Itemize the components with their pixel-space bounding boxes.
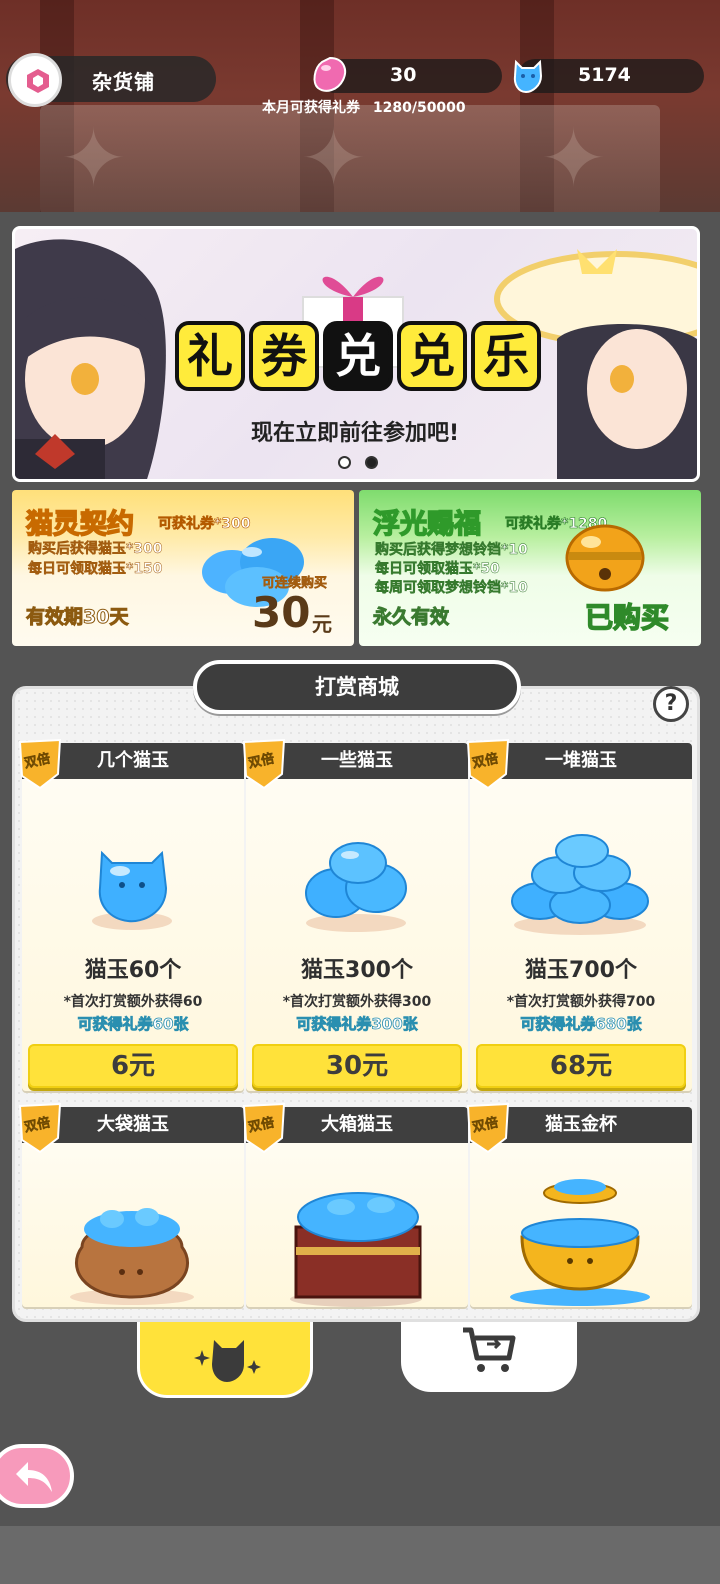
carousel-dot-active[interactable]: [365, 456, 378, 469]
item-amount: 猫玉60个: [84, 958, 182, 983]
cat-gem-few-icon: [305, 842, 407, 932]
promo-price: 30: [252, 588, 311, 637]
item-amount: 猫玉300个: [301, 958, 413, 983]
first-bonus-text: *首次打赏额外获得300: [282, 994, 432, 1010]
gem-bag-icon: [70, 1208, 194, 1305]
banner-title-char: 乐: [471, 321, 541, 391]
promo-validity: 有效期30天: [25, 606, 129, 629]
nav-tab-cart[interactable]: [401, 1322, 577, 1392]
promo-line: 购买后获得猫玉*300: [28, 541, 163, 558]
double-badge: 双倍: [18, 738, 62, 790]
shop-tab-title[interactable]: 打赏商城: [193, 660, 521, 714]
banner-title-char: 券: [249, 321, 319, 391]
first-bonus-text: *首次打赏额外获得700: [506, 994, 656, 1010]
price-button[interactable]: 6元: [28, 1044, 238, 1088]
pink-gem-icon: [313, 56, 347, 92]
cat-sparkle-icon: [194, 1340, 261, 1382]
double-badge: 双倍: [466, 738, 510, 790]
banner-title-char: 兑: [397, 321, 467, 391]
double-badge: 双倍: [242, 1102, 286, 1154]
double-badge: 双倍: [466, 1102, 510, 1154]
promo-line: 每日可领取猫玉*150: [28, 561, 163, 578]
promo-line: 每日可领取猫玉*50: [375, 561, 500, 578]
price-button[interactable]: 68元: [476, 1044, 686, 1088]
double-badge: 双倍: [18, 1102, 62, 1154]
cat-gem-heap-icon: [511, 834, 649, 935]
ticket-reward-text: 可获得礼券60张: [77, 1015, 189, 1034]
promo-line: 每周可领取梦想铃铛*10: [375, 580, 528, 597]
blue-currency-value: 5174: [578, 64, 631, 86]
promo-line: 购买后获得梦想铃铛*10: [375, 542, 528, 559]
first-bonus-text: *首次打赏额外获得60: [63, 994, 203, 1010]
background-glyph: ✦: [540, 112, 608, 205]
price-button[interactable]: 30元: [252, 1044, 462, 1088]
background-glyph: ✦: [300, 112, 368, 205]
banner-title: 礼 券 兑 兑 乐: [175, 321, 541, 391]
nav-tab-cat-shop[interactable]: [137, 1322, 313, 1398]
ticket-reward-text: 可获得礼券680张: [520, 1015, 642, 1034]
shop-item-card[interactable]: 一堆猫玉 猫玉700个 *首次打赏额外获得700 可获得礼券680张 68元: [470, 743, 692, 1091]
gem-chest-icon: [290, 1192, 422, 1307]
quota-value: 1280/50000: [372, 100, 466, 116]
back-arrow-icon: [16, 1462, 52, 1492]
purchased-label: 已购买: [584, 600, 670, 635]
banner-title-char: 兑: [323, 321, 393, 391]
store-title: 杂货铺: [92, 70, 155, 94]
left-character-art: [15, 239, 166, 479]
gold-cup-icon: [510, 1179, 650, 1306]
carousel-dot[interactable]: [338, 456, 351, 469]
bottom-bar: [0, 1526, 720, 1584]
store-hex-icon[interactable]: [8, 53, 62, 107]
background-glyph: ✦: [60, 112, 128, 205]
promo-price-unit: 元: [312, 612, 332, 636]
hexagon-icon: [27, 69, 49, 93]
shop-item-card[interactable]: 一些猫玉 猫玉300个 *首次打赏额外获得300 可获得礼券300张 30元: [246, 743, 468, 1091]
promo-validity: 永久有效: [372, 606, 450, 629]
banner-title-char: 礼: [175, 321, 245, 391]
double-badge: 双倍: [242, 738, 286, 790]
banner-subtitle: 现在立即前往参加吧!: [251, 421, 460, 446]
promo-title: 猫灵契约: [25, 508, 135, 541]
back-button[interactable]: [0, 1444, 74, 1508]
monthly-quota: 本月可获得礼券 1280/50000: [262, 97, 466, 117]
blue-cat-gem-icon: [513, 59, 543, 94]
quota-label: 本月可获得礼券: [262, 100, 360, 116]
promo-card-cat-contract[interactable]: 猫灵契约 可获礼券*300 购买后获得猫玉*300 每日可领取猫玉*150 有效…: [12, 490, 354, 646]
promo-card-floating-blessing[interactable]: 浮光赐福 可获礼券*1280 购买后获得梦想铃铛*10 每日可领取猫玉*50 每…: [359, 490, 701, 646]
event-banner[interactable]: 礼 券 兑 兑 乐 现在立即前往参加吧!: [12, 226, 700, 482]
pink-currency-value: 30: [390, 64, 417, 86]
help-icon[interactable]: ?: [653, 686, 689, 722]
ticket-reward-text: 可获得礼券300张: [296, 1015, 418, 1034]
shop-item-card[interactable]: 几个猫玉 猫玉60个 *首次打赏额外获得60 可获得礼券60张 6元: [22, 743, 244, 1091]
cat-gem-single-icon: [92, 850, 172, 930]
promo-title: 浮光赐福: [372, 508, 482, 541]
cart-icon: [463, 1327, 516, 1372]
item-amount: 猫玉700个: [525, 958, 637, 983]
golden-bell-icon: [565, 524, 645, 592]
